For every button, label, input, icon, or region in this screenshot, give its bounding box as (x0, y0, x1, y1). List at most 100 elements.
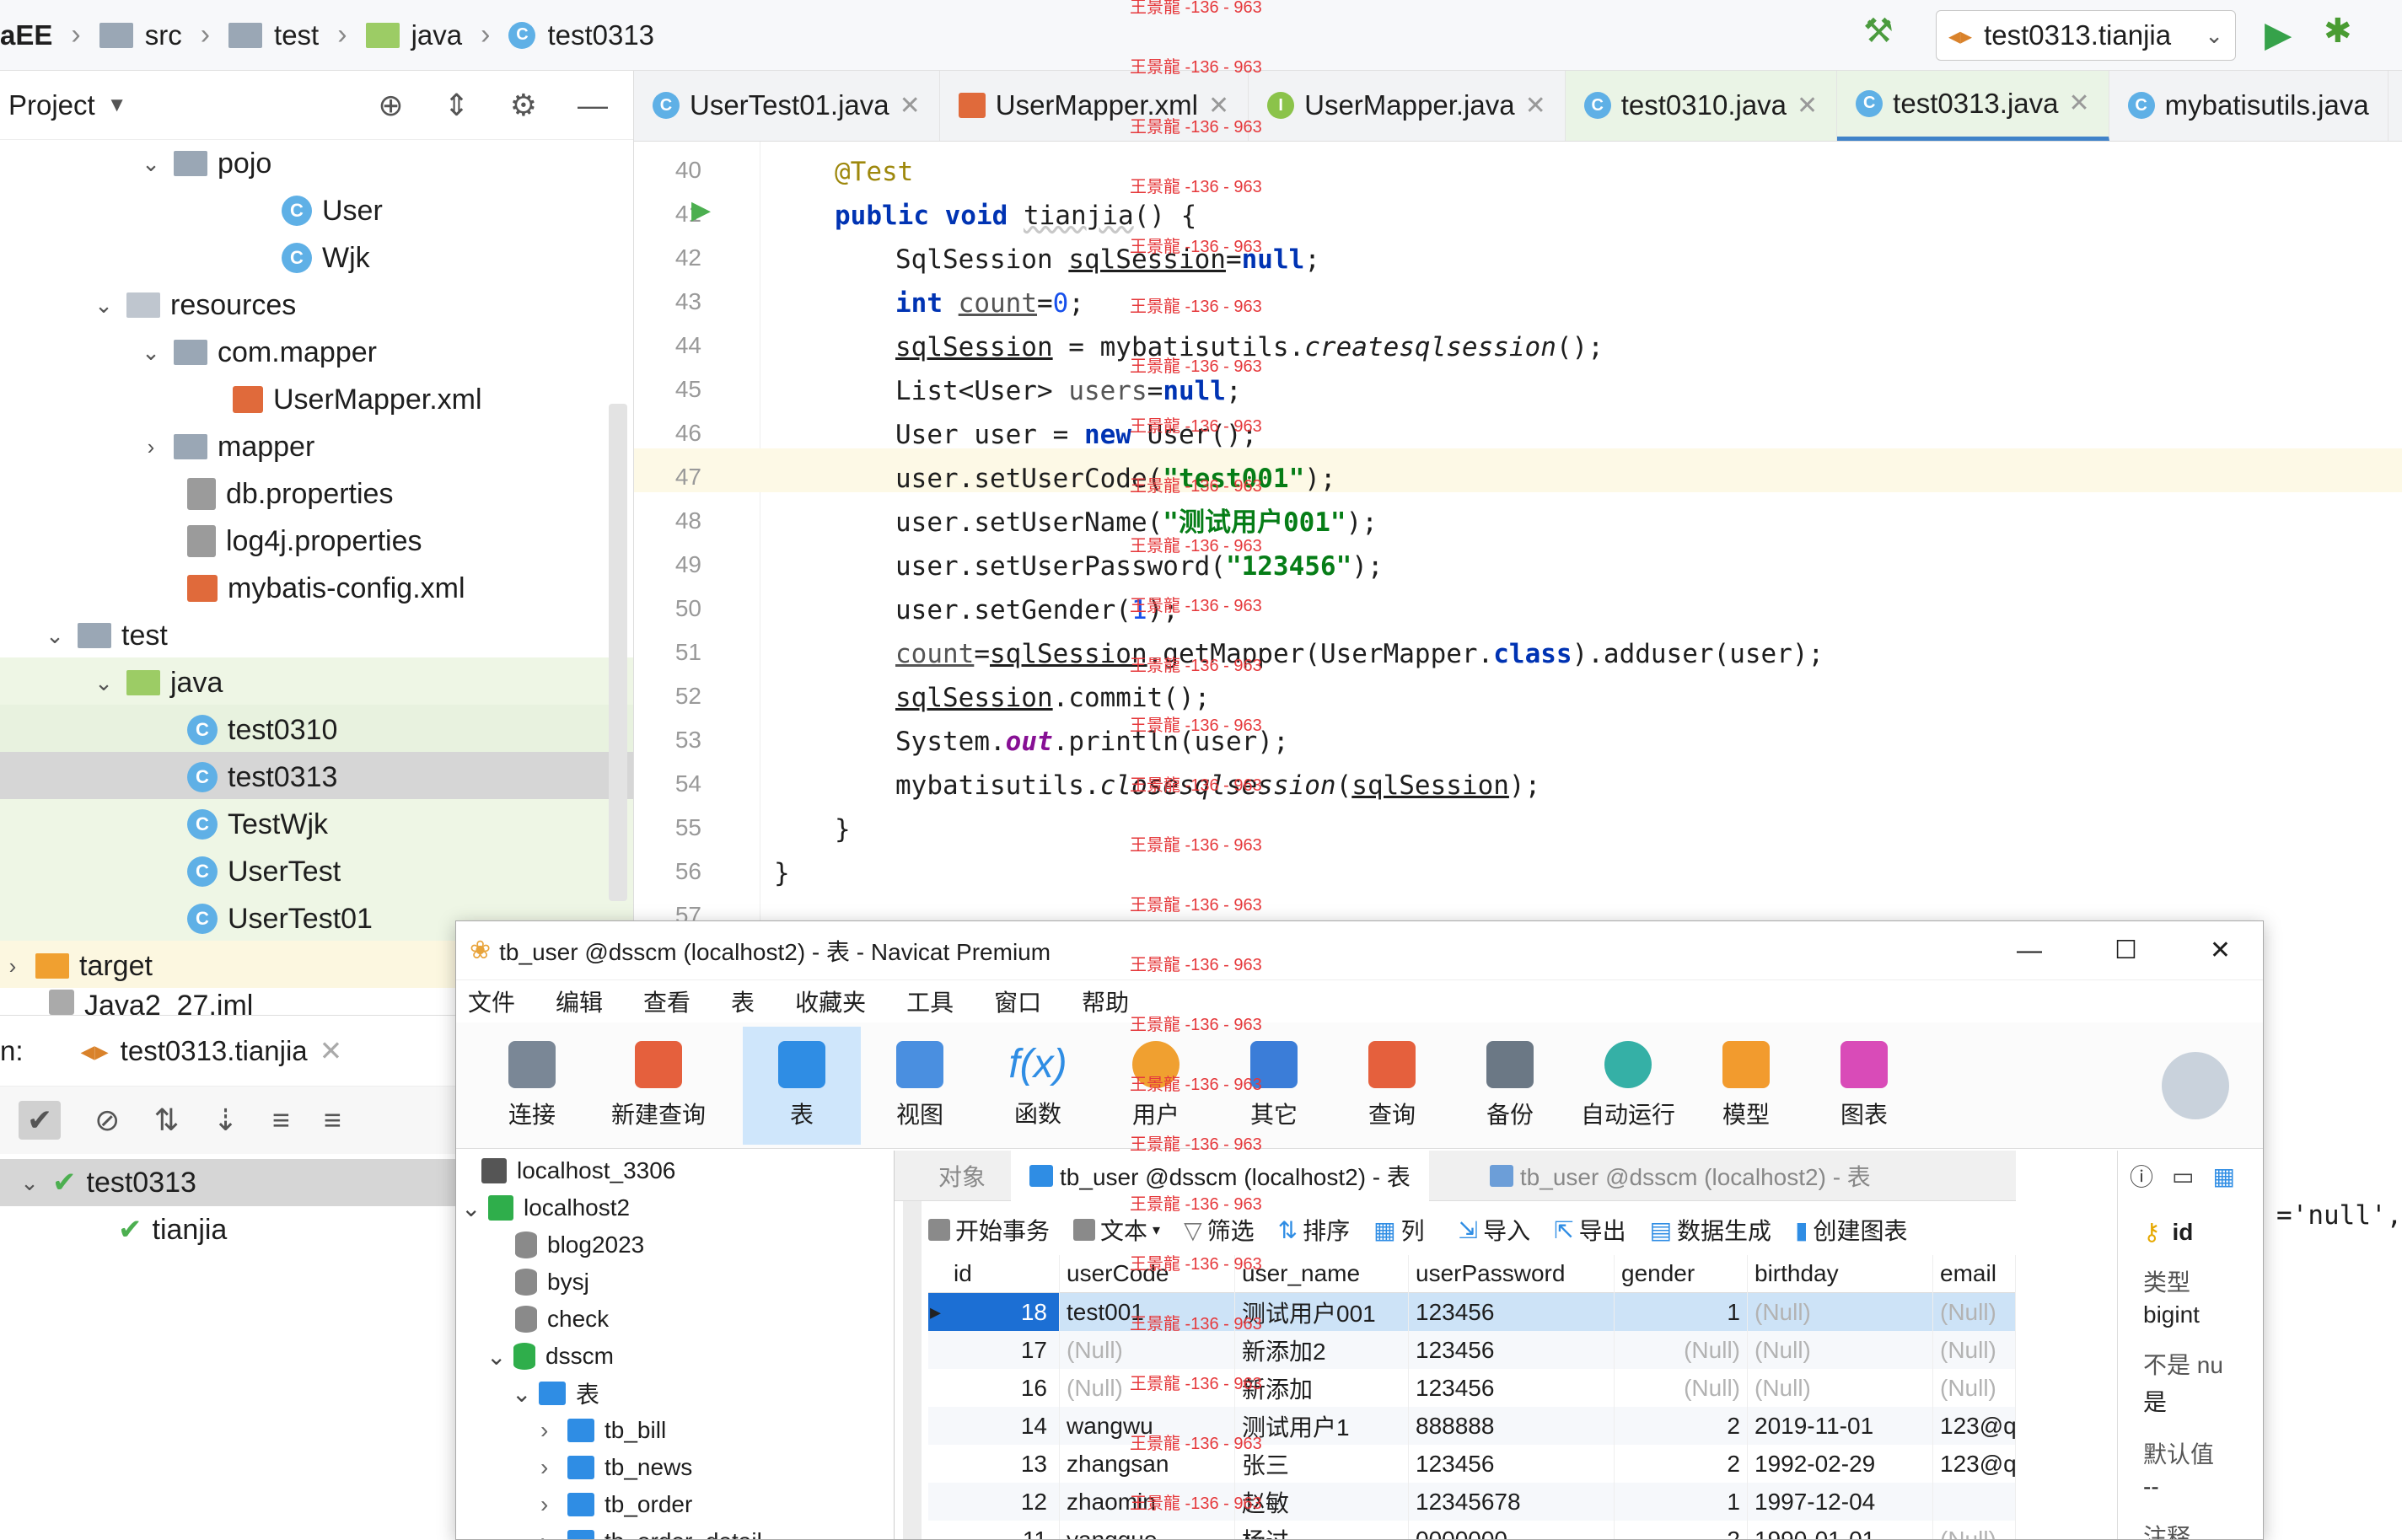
project-title[interactable]: Project (8, 89, 95, 121)
tab-usermapper-java[interactable]: I UserMapper.java ✕ (1249, 71, 1566, 141)
toolbar-user[interactable]: 用户 (1097, 1027, 1215, 1145)
table-cell[interactable]: 123@qq.com (1933, 1445, 2016, 1483)
table-cell[interactable]: 13 (928, 1445, 1060, 1483)
expand-all-icon[interactable]: ≡ (272, 1103, 290, 1138)
table-cell[interactable]: 123@qq.com (1933, 1407, 2016, 1445)
toolbar-query[interactable]: 查询 (1333, 1027, 1451, 1145)
tab-test0310[interactable]: Ctest0310.java ✕ (1565, 71, 1838, 141)
toolbar-automation[interactable]: 自动运行 (1569, 1027, 1687, 1145)
table-cell[interactable]: (Null) (1748, 1331, 1933, 1369)
tree-db-check[interactable]: check (515, 1301, 609, 1338)
minimize-icon[interactable]: — (2017, 936, 2042, 965)
tree-item-mapper[interactable]: › mapper (138, 423, 315, 470)
table-cell[interactable]: 123456 (1409, 1445, 1615, 1483)
table-cell[interactable]: 18 (928, 1293, 1060, 1331)
tree-connection-localhost-3306[interactable]: localhost_3306 (481, 1152, 675, 1189)
table-row[interactable]: 14wangwu测试用户188888822019-11-01123@qq.com (928, 1407, 2016, 1445)
avatar[interactable] (2162, 1051, 2229, 1119)
table-cell[interactable]: 0000000 (1409, 1521, 1615, 1539)
tree-db-bysj[interactable]: bysj (515, 1264, 589, 1301)
scrollbar[interactable] (609, 404, 627, 901)
close-icon[interactable]: ✕ (900, 91, 921, 121)
table-cell[interactable]: 2 (1615, 1445, 1748, 1483)
toolbar-model[interactable]: 模型 (1687, 1027, 1805, 1145)
tree-table-tb-order[interactable]: › tb_order (540, 1486, 692, 1523)
test-result-tianjia[interactable]: ✔ tianjia (118, 1206, 227, 1253)
run-config-select[interactable]: ◂▸ test0313.tianjia ⌄ (1936, 10, 2236, 61)
tree-item-target[interactable]: › target (0, 942, 153, 990)
table-cell[interactable]: 张三 (1235, 1445, 1409, 1483)
table-cell[interactable]: 测试用户1 (1235, 1407, 1409, 1445)
collapse-icon[interactable]: ⇕ (444, 88, 470, 123)
run-test-icon[interactable]: ▶ (691, 196, 711, 225)
breadcrumb-item[interactable]: java (365, 19, 462, 51)
tree-item-testwjk[interactable]: C TestWjk (187, 801, 328, 848)
tree-item-db-properties[interactable]: db.properties (187, 470, 393, 518)
tab-run-test0313[interactable]: ◂▸ test0313.tianjia ✕ (81, 1034, 343, 1067)
table-cell[interactable]: (Null) (1748, 1293, 1933, 1331)
table-cell[interactable]: (Null) (1933, 1369, 2016, 1407)
close-icon[interactable]: ✕ (1208, 91, 1229, 121)
toolbar-connect[interactable]: 连接 (473, 1027, 591, 1145)
minimize-icon[interactable]: — (578, 88, 608, 123)
menu-edit[interactable]: 编辑 (556, 985, 603, 1018)
tree-item-test0313[interactable]: Ctest0313 (187, 754, 337, 801)
tree-item-java[interactable]: ⌄ java (91, 659, 223, 706)
tab-usertest01[interactable]: C UserTest01.java ✕ (634, 71, 940, 141)
close-icon[interactable]: ✕ (1797, 91, 1818, 121)
menu-file[interactable]: 文件 (468, 985, 515, 1018)
table-cell[interactable]: (Null) (1748, 1369, 1933, 1407)
table-cell[interactable]: 1997-12-04 (1748, 1483, 1933, 1521)
tree-item-test[interactable]: ⌄ test (42, 612, 168, 659)
table-cell[interactable]: 12345678 (1409, 1483, 1615, 1521)
column-header-usercode[interactable]: userCode (1060, 1255, 1235, 1293)
columns-button[interactable]: ▦ 列 (1373, 1213, 1424, 1247)
tree-item-usermapper-xml[interactable]: UserMapper.xml (233, 376, 482, 423)
build-hammer-icon[interactable]: ⚒ (1863, 12, 1894, 51)
filter-button[interactable]: ▽ 筛选 (1184, 1213, 1255, 1247)
column-header-userpassword[interactable]: userPassword (1409, 1255, 1615, 1293)
run-icon[interactable]: ▶ (2265, 13, 2292, 55)
table-cell[interactable]: 12 (928, 1483, 1060, 1521)
tree-item-user[interactable]: C User (282, 187, 383, 234)
toolbar-chart[interactable]: 图表 (1805, 1027, 1923, 1145)
table-cell[interactable]: 赵敏 (1235, 1483, 1409, 1521)
table-row[interactable]: 16 (Null) 新添加 123456 (Null) (Null) (Null) (928, 1369, 2016, 1407)
tree-table-tb-news[interactable]: › tb_news (540, 1449, 692, 1486)
scrollbar[interactable] (903, 1166, 922, 1539)
menu-favorites[interactable]: 收藏夹 (795, 985, 866, 1018)
table-cell[interactable]: (Null) (1933, 1331, 2016, 1369)
tree-table-tb-bill[interactable]: › tb_bill (540, 1412, 666, 1449)
table-cell[interactable]: 1990-01-01 (1748, 1521, 1933, 1539)
table-cell[interactable]: 1 (1615, 1293, 1748, 1331)
table-cell[interactable]: (Null) (1615, 1331, 1748, 1369)
table-cell[interactable]: zhangsan (1060, 1445, 1235, 1483)
locate-icon[interactable]: ⊕ (378, 88, 403, 123)
column-header-gender[interactable]: gender (1615, 1255, 1748, 1293)
sort-alpha-icon[interactable]: ⇅ (153, 1103, 179, 1138)
table-row[interactable]: 11yangguo杨过000000021990-01-01(Null) (928, 1521, 2016, 1539)
tab-usermapper-xml[interactable]: UserMapper.xml ✕ (940, 71, 1249, 141)
table-row[interactable]: 13zhangsan张三12345621992-02-29123@qq.com (928, 1445, 2016, 1483)
tree-db-dsscm[interactable]: ⌄ dsscm (486, 1338, 614, 1375)
tab-tb-user-1[interactable]: tb_user @dsscm (localhost2) - 表 (1011, 1150, 1429, 1201)
tree-tables-folder[interactable]: ⌄ 表 (512, 1375, 599, 1412)
test-result-test0313[interactable]: ⌄ ✔ test0313 (17, 1159, 196, 1206)
tree-item-iml[interactable]: Java2_27.iml (49, 990, 253, 1015)
column-header-birthday[interactable]: birthday (1748, 1255, 1933, 1293)
close-icon[interactable]: ✕ (2210, 936, 2231, 965)
toolbar-table[interactable]: 表 (743, 1026, 861, 1145)
toolbar-function[interactable]: f(x) 函数 (979, 1027, 1097, 1145)
tab-mybatisutils[interactable]: Cmybatisutils.java (2109, 71, 2389, 141)
table-cell[interactable]: 123456 (1409, 1293, 1615, 1331)
table-cell[interactable]: 14 (928, 1407, 1060, 1445)
import-button[interactable]: ⇲ 导入 (1459, 1213, 1530, 1247)
table-cell[interactable]: (Null) (1060, 1369, 1235, 1407)
begin-transaction-button[interactable]: 开始事务 (928, 1213, 1050, 1247)
table-cell[interactable]: 测试用户001 (1235, 1293, 1409, 1331)
table-cell[interactable]: 1 (1615, 1483, 1748, 1521)
breadcrumb-item[interactable]: Ctest0313 (508, 19, 654, 51)
close-icon[interactable]: ✕ (2068, 89, 2089, 118)
tree-item-resources[interactable]: ⌄ resources (91, 282, 296, 329)
tree-item-com-mapper[interactable]: ⌄ com.mapper (138, 329, 377, 376)
